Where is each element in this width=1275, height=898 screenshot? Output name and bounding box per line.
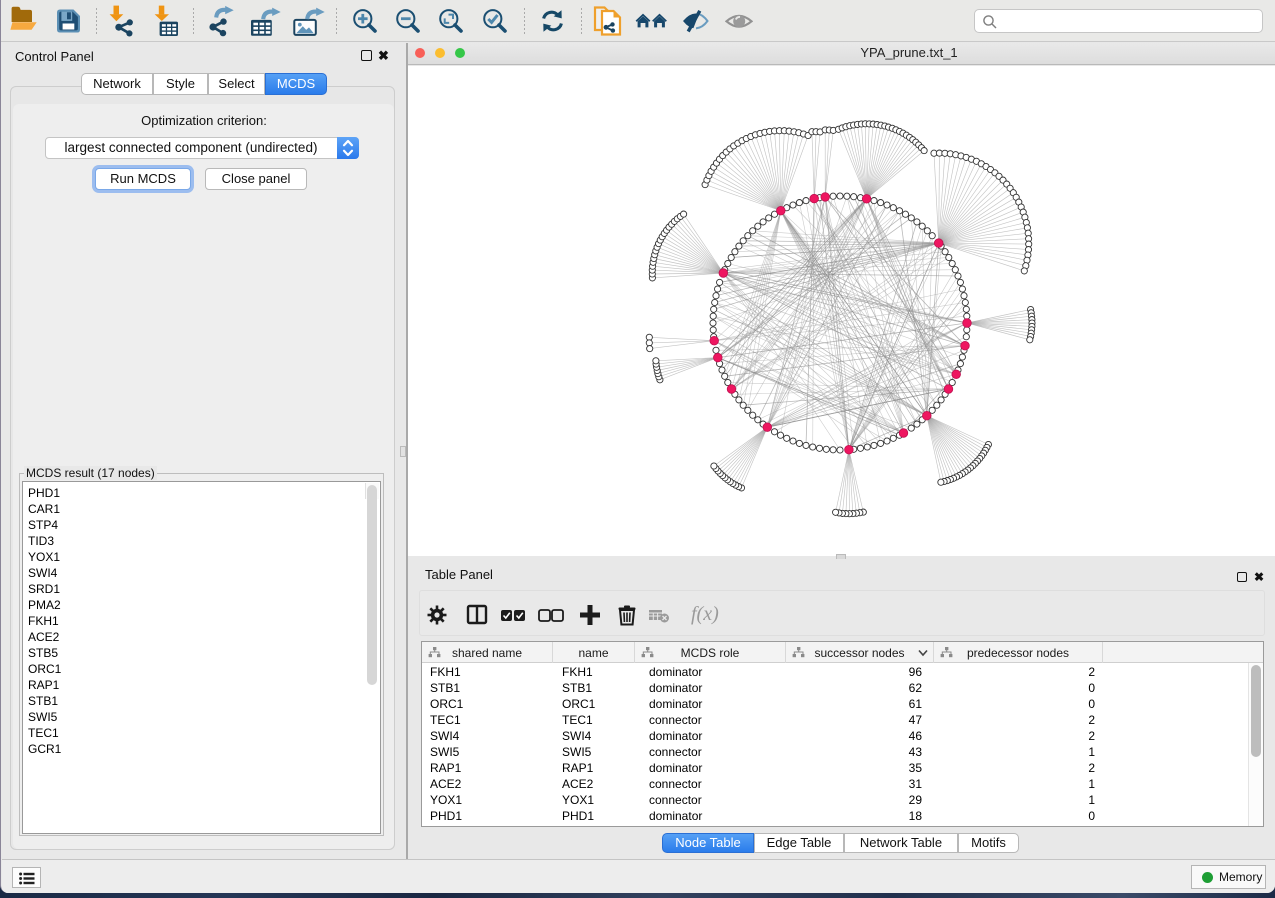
- svg-text:f(x): f(x): [691, 603, 719, 625]
